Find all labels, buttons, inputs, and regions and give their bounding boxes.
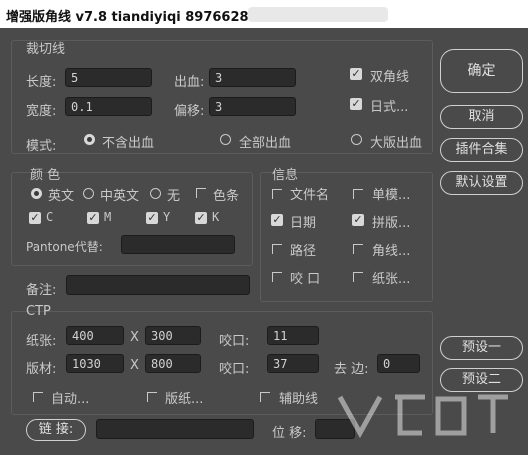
blurred-title-region [248, 7, 388, 22]
paper-width-input[interactable]: 400 [66, 326, 124, 345]
board-label: 版纸... [165, 392, 204, 407]
preset-1-button[interactable]: 预设一 [440, 336, 523, 360]
paper-height-input[interactable]: 300 [145, 326, 201, 345]
pantone-input[interactable] [121, 235, 235, 254]
width-label: 宽度: [26, 104, 57, 119]
offset-input[interactable]: 3 [209, 97, 296, 116]
auto-checkbox[interactable] [33, 392, 43, 402]
channel-c-checkbox[interactable]: ✓ [29, 212, 41, 224]
length-input[interactable]: 5 [65, 68, 152, 87]
mode-option-no-bleed: 不含出血 [102, 136, 155, 151]
bite2-label: 咬口: [219, 362, 250, 377]
lang-option-bilingual: 中英文 [100, 189, 140, 204]
lang-option-english: 英文 [48, 189, 75, 204]
plate-height-input[interactable]: 800 [145, 354, 201, 373]
info-path-checkbox[interactable] [272, 244, 282, 254]
info-cornerline-checkbox[interactable] [353, 244, 363, 254]
bleed-input[interactable]: 3 [209, 68, 296, 87]
cancel-button[interactable]: 取消 [440, 105, 523, 129]
japanese-checkbox[interactable]: ✓ [350, 98, 362, 110]
trim-edge-input[interactable]: 0 [377, 354, 420, 373]
bite1-input[interactable]: 11 [267, 326, 319, 345]
auto-label: 自动... [51, 392, 90, 407]
aux-line-checkbox[interactable] [260, 392, 270, 402]
double-corner-label: 双角线 [370, 70, 410, 85]
offset-label: 偏移: [174, 104, 205, 119]
ok-button[interactable]: 确定 [440, 49, 523, 93]
shift-label: 位 移: [272, 426, 307, 441]
info-date-checkbox[interactable]: ✓ [271, 214, 283, 226]
lang-radio-bilingual[interactable] [83, 188, 94, 199]
title-bar: 增强版角线 v7.8 tiandiyiqi 89766284 - [0, 0, 528, 28]
channel-c-label: C [46, 210, 54, 224]
channel-y-label: Y [163, 210, 171, 224]
info-cornerline-label: 角线... [372, 244, 411, 259]
info-filename-checkbox[interactable] [272, 189, 282, 199]
paper-label: 纸张: [26, 334, 57, 349]
lang-option-none: 无 [167, 189, 181, 204]
info-paper-checkbox[interactable] [353, 272, 363, 282]
info-path-label: 路径 [290, 244, 317, 259]
watermark-logo [337, 394, 508, 439]
pantone-label: Pantone代替: [26, 240, 103, 254]
ctp-section-label: CTP [26, 304, 51, 319]
bleed-label: 出血: [174, 75, 205, 90]
mode-label: 模式: [26, 139, 57, 154]
board-checkbox[interactable] [147, 392, 157, 402]
channel-m-checkbox[interactable]: ✓ [87, 212, 99, 224]
note-input[interactable] [66, 275, 250, 295]
mode-radio-sheet-bleed[interactable] [351, 134, 362, 145]
plate-x-label: X [130, 358, 139, 373]
double-corner-checkbox[interactable]: ✓ [350, 68, 362, 80]
mode-radio-no-bleed[interactable] [84, 134, 95, 145]
mode-option-sheet-bleed: 大版出血 [370, 136, 423, 151]
info-imposition-label: 拼版... [372, 216, 411, 231]
channel-k-label: K [212, 210, 220, 224]
mode-option-all-bleed: 全部出血 [239, 136, 292, 151]
info-section-label: 信息 [272, 168, 299, 183]
paper-x-label: X [130, 330, 139, 345]
window-title: 增强版角线 v7.8 tiandiyiqi 89766284 - [6, 10, 268, 25]
lang-radio-english[interactable] [31, 188, 42, 199]
plate-label: 版材: [26, 362, 57, 377]
info-bite-checkbox[interactable] [272, 272, 282, 282]
bite2-input[interactable]: 37 [267, 354, 319, 373]
aux-line-label: 辅助线 [279, 392, 319, 407]
channel-m-label: M [104, 210, 112, 224]
length-label: 长度: [26, 75, 57, 90]
default-settings-button[interactable]: 默认设置 [440, 171, 523, 195]
link-input[interactable] [96, 419, 254, 439]
info-single-checkbox[interactable] [353, 189, 363, 199]
info-date-label: 日期 [290, 216, 317, 231]
width-input[interactable]: 0.1 [65, 97, 152, 116]
trim-edge-label: 去 边: [334, 362, 369, 377]
info-imposition-checkbox[interactable]: ✓ [352, 214, 364, 226]
cut-line-section-label: 裁切线 [26, 42, 66, 57]
color-strip-label: 色条 [213, 189, 240, 204]
info-paper-label: 纸张... [372, 272, 411, 287]
plugins-button[interactable]: 插件合集 [440, 138, 523, 162]
info-bite-label: 咬 口 [290, 272, 321, 287]
lang-radio-none[interactable] [150, 188, 161, 199]
info-single-label: 单模... [372, 188, 411, 203]
channel-y-checkbox[interactable]: ✓ [146, 212, 158, 224]
japanese-label: 日式... [370, 100, 409, 115]
plate-width-input[interactable]: 1030 [66, 354, 124, 373]
color-section-label: 颜 色 [30, 168, 61, 183]
channel-k-checkbox[interactable]: ✓ [195, 212, 207, 224]
bite1-label: 咬口: [219, 334, 250, 349]
info-filename-label: 文件名 [290, 188, 330, 203]
mode-radio-all-bleed[interactable] [220, 134, 231, 145]
color-strip-checkbox[interactable] [196, 188, 206, 198]
note-label: 备注: [26, 283, 57, 298]
link-button[interactable]: 链 接: [26, 419, 86, 441]
